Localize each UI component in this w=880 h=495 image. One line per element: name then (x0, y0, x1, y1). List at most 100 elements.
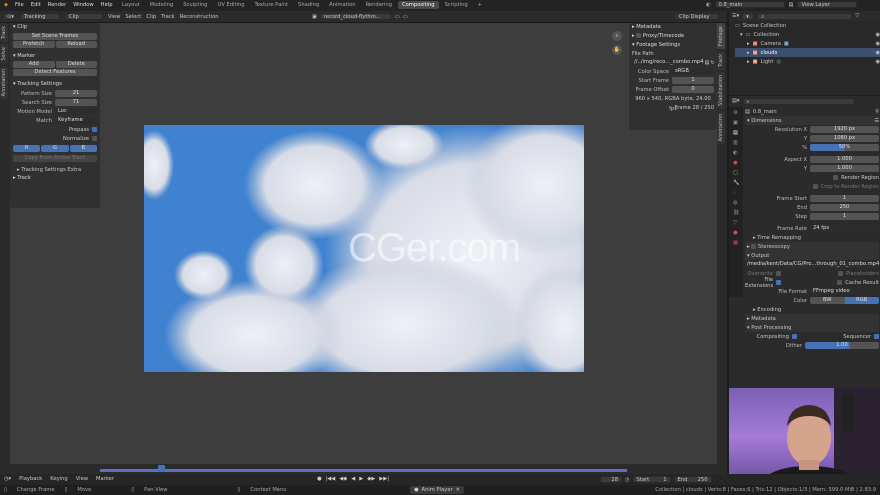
tab-modeling[interactable]: Modeling (146, 1, 178, 9)
start-frame-field[interactable]: 1 (672, 77, 714, 84)
collection-label[interactable]: Collection (754, 32, 873, 38)
timeline-end-field[interactable]: 250 (698, 477, 708, 483)
outliner-editor-icon[interactable]: ☰▾ (732, 13, 739, 19)
menu-help[interactable]: Help (101, 2, 113, 8)
match-dropdown[interactable]: Keyframe (55, 117, 97, 124)
view-layer-name[interactable]: View Layer (797, 1, 858, 8)
track-panel-header[interactable]: ▸ Track (10, 174, 100, 183)
tab-footage[interactable]: Footage (717, 23, 725, 50)
resolution-pct-slider[interactable]: 50% (810, 144, 879, 151)
tab-track[interactable]: Track (0, 23, 8, 43)
marker-panel-header[interactable]: ▾ Marker (10, 52, 100, 61)
menu-render[interactable]: Render (48, 2, 66, 8)
zoom-icon[interactable]: ⌕ (612, 31, 622, 41)
expand-icon[interactable]: ▸ (747, 41, 750, 47)
physics-tab-icon[interactable]: ◍ (733, 200, 739, 206)
aspect-x-field[interactable]: 1.000 (810, 156, 879, 163)
menu-keying[interactable]: Keying (50, 476, 67, 482)
reload-icon[interactable]: ↻ (710, 60, 714, 66)
playhead[interactable] (158, 465, 165, 472)
frame-step-field[interactable]: 1 (810, 213, 879, 220)
outliner-search[interactable]: ⌕ (757, 12, 853, 20)
res-y-field[interactable]: 1080 px (810, 135, 879, 142)
frame-start-field[interactable]: 1 (810, 195, 879, 202)
tracking-settings-header[interactable]: ▾ Tracking Settings (10, 80, 100, 89)
frame-rate-dropdown[interactable]: 24 fps (810, 225, 879, 232)
dither-slider[interactable]: 1.00 (805, 342, 879, 349)
tab-uv-editing[interactable]: UV Editing (213, 1, 248, 9)
clip-open-icon[interactable]: ▭ (403, 14, 408, 20)
tab-annotation-right[interactable]: Annotation (717, 111, 725, 145)
pin-icon[interactable]: ⚲ (875, 109, 879, 115)
frame-end-field[interactable]: 250 (810, 204, 879, 211)
menu-view2[interactable]: View (108, 14, 120, 20)
record-icon[interactable]: ● (317, 476, 322, 482)
jump-start-icon[interactable]: |◀◀ (326, 476, 336, 482)
timeline-start-field[interactable]: 1 (663, 477, 666, 483)
collection-expand-icon[interactable]: ▾ (740, 32, 743, 38)
tool-tab-icon[interactable]: ⚙ (733, 110, 739, 116)
object-tab-icon[interactable]: ▢ (733, 170, 739, 176)
menu-marker[interactable]: Marker (96, 476, 114, 482)
tab-rendering[interactable]: Rendering (362, 1, 397, 9)
presets-icon[interactable]: ☰ (874, 118, 879, 124)
mode-dropdown[interactable]: Tracking (20, 13, 60, 20)
output-path-field[interactable]: /media/kent/Data/CG/Pro...through_01_com… (745, 261, 880, 268)
view-layer-tab-icon[interactable]: ▥ (733, 140, 739, 146)
stereoscopy-checkbox[interactable] (751, 244, 757, 249)
filter-icon[interactable]: ▽ (855, 13, 859, 19)
tab-stabilization[interactable]: Stabilization (717, 72, 725, 109)
detect-features-button[interactable]: Detect Features (13, 69, 97, 76)
expand-icon[interactable]: ▸ (747, 59, 750, 65)
clip-panel-header[interactable]: ▾ Clip (10, 23, 100, 32)
folder-icon[interactable]: ▤ (705, 60, 710, 66)
reload-button[interactable]: Reload (55, 41, 97, 48)
tab-texture-paint[interactable]: Texture Paint (251, 1, 292, 9)
color-rgb-toggle[interactable]: RGB (844, 297, 879, 304)
preview-range-icon[interactable]: ◷ (625, 477, 630, 483)
constraints-tab-icon[interactable]: ⛓ (733, 210, 740, 216)
particles-tab-icon[interactable]: ∴ (733, 190, 739, 196)
prepass-checkbox[interactable] (92, 127, 97, 132)
editor-type-button[interactable]: ⊙▾ (3, 13, 15, 20)
tab-animation[interactable]: Animation (325, 1, 359, 9)
set-scene-frames-button[interactable]: Set Scene Frames (13, 33, 97, 40)
frame-offset-field[interactable]: 0 (672, 86, 714, 93)
outliner-display-dropdown[interactable]: ▾ (742, 12, 755, 20)
metadata-header[interactable]: ▸ Metadata (629, 23, 717, 32)
pattern-size-field[interactable]: 21 (55, 90, 97, 97)
clip-display-dropdown[interactable]: Clip Display (675, 13, 719, 20)
scene-name[interactable]: 0.8_main (714, 1, 785, 8)
blender-logo-icon[interactable]: ◆ (4, 2, 8, 8)
timeline-editor-icon[interactable]: ◷▾ (4, 476, 11, 482)
eye-icon[interactable]: ◉ (875, 59, 880, 65)
placeholders-checkbox[interactable] (837, 271, 843, 276)
channel-b-toggle[interactable]: B (69, 145, 97, 152)
tab-sculpting[interactable]: Sculpting (179, 1, 211, 9)
cache-result-checkbox[interactable] (837, 280, 843, 285)
data-tab-icon[interactable]: ▽ (733, 220, 739, 226)
menu-window[interactable]: Window (73, 2, 93, 8)
render-region-checkbox[interactable] (833, 175, 839, 180)
anim-player-indicator[interactable]: ● Anim Player ✕ (410, 486, 465, 494)
output-tab-icon[interactable]: ▤ (733, 130, 739, 136)
clouds-label[interactable]: clouds (761, 50, 778, 56)
time-remapping-header[interactable]: ▸ Time Remapping (745, 233, 879, 242)
current-frame-field[interactable]: 28 (600, 476, 622, 483)
stereoscopy-header[interactable]: ▸ Stereoscopy (745, 242, 879, 251)
menu-playback[interactable]: Playback (19, 476, 42, 482)
tracking-settings-extra-header[interactable]: ▸ Tracking Settings Extra (13, 165, 97, 174)
timeline-cache-bar[interactable] (100, 469, 627, 472)
menu-select[interactable]: Select (125, 14, 141, 20)
menu-edit[interactable]: Edit (31, 2, 41, 8)
props-search[interactable]: ⌕ (742, 97, 855, 105)
scene-collection-label[interactable]: Scene Collection (743, 23, 786, 29)
res-x-field[interactable]: 1920 px (810, 126, 879, 133)
clip-new-icon[interactable]: ▭ (395, 14, 400, 20)
channel-g-toggle[interactable]: G (41, 145, 69, 152)
menu-track[interactable]: Track (161, 14, 175, 20)
metadata-props-header[interactable]: ▸ Metadata (745, 314, 879, 323)
add-workspace-icon[interactable]: + (474, 1, 486, 9)
proxy-checkbox[interactable] (636, 33, 642, 38)
texture-tab-icon[interactable]: ▦ (733, 240, 739, 246)
